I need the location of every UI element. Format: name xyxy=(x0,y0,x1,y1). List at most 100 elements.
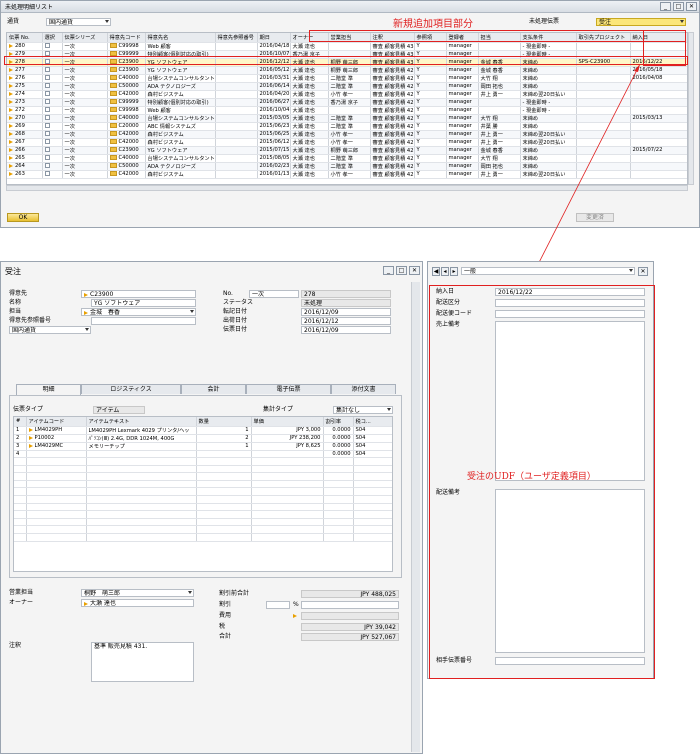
line-cell[interactable] xyxy=(86,487,197,497)
tab-contents[interactable]: 明細 xyxy=(16,384,81,395)
line-cell[interactable] xyxy=(86,525,197,535)
line-row[interactable]: 4 0.0000 S04 xyxy=(14,450,392,459)
lines-column-header[interactable]: 税コ... xyxy=(353,417,392,427)
lines-column-header[interactable]: 単価 xyxy=(251,417,324,427)
line-cell[interactable] xyxy=(251,487,324,497)
line-cell[interactable] xyxy=(14,503,27,512)
line-cell[interactable] xyxy=(251,480,324,489)
line-cell[interactable] xyxy=(14,472,27,481)
line-cell[interactable] xyxy=(14,465,27,474)
line-cell[interactable] xyxy=(196,503,252,512)
line-cell[interactable] xyxy=(196,487,252,497)
line-row[interactable]: 3 LM4029MC メモリーチップ 1 JPY 8,625 0.0000 S04 xyxy=(14,442,392,451)
line-cell[interactable] xyxy=(14,533,27,542)
line-cell[interactable] xyxy=(353,472,392,481)
line-cell[interactable] xyxy=(86,480,197,489)
line-cell[interactable]: LM4029PH xyxy=(26,426,87,435)
line-cell[interactable] xyxy=(323,510,354,519)
line-cell[interactable] xyxy=(86,510,197,519)
udf-delivery-date-field[interactable]: 2016/12/22 xyxy=(495,288,645,296)
line-cell[interactable] xyxy=(86,472,197,481)
line-cell[interactable] xyxy=(251,510,324,519)
line-cell[interactable] xyxy=(196,525,252,535)
line-cell[interactable] xyxy=(14,495,27,504)
line-cell[interactable] xyxy=(86,518,197,527)
line-cell[interactable] xyxy=(323,525,354,535)
nav-first-icon[interactable]: ◀ xyxy=(432,267,440,276)
line-cell[interactable] xyxy=(323,487,354,497)
line-cell[interactable]: 4 xyxy=(14,450,27,459)
line-cell[interactable] xyxy=(251,533,324,542)
tab-accounting[interactable]: 会計 xyxy=(181,384,246,394)
line-cell[interactable] xyxy=(196,518,252,527)
line-cell[interactable]: 2 xyxy=(14,434,27,443)
line-cell[interactable]: 1 xyxy=(14,426,27,435)
lines-column-header[interactable]: アイテムテキスト xyxy=(86,417,197,427)
line-cell[interactable]: 1 xyxy=(196,426,252,435)
udf-shipping-code-field[interactable] xyxy=(495,310,645,318)
line-cell[interactable]: 0.0000 xyxy=(323,434,354,443)
line-cell[interactable] xyxy=(251,465,324,474)
nav-prev-icon[interactable]: ◂ xyxy=(441,267,449,276)
line-cell[interactable]: 0.0000 xyxy=(323,450,354,459)
line-row[interactable] xyxy=(14,525,392,535)
line-cell[interactable] xyxy=(323,495,354,504)
line-cell[interactable] xyxy=(323,518,354,527)
line-cell[interactable]: JPY 8,625 xyxy=(251,442,324,451)
line-cell[interactable] xyxy=(26,450,87,459)
order-minimize-button[interactable]: _ xyxy=(383,266,394,275)
udf-category-select[interactable]: 一般 xyxy=(461,267,635,275)
line-cell[interactable]: 0.0000 xyxy=(323,426,354,435)
line-cell[interactable] xyxy=(26,533,87,542)
line-cell[interactable] xyxy=(323,465,354,474)
line-cell[interactable] xyxy=(196,465,252,474)
remarks-field[interactable]: 基準 販売見積 431. xyxy=(91,642,194,682)
line-cell[interactable] xyxy=(86,503,197,512)
line-cell[interactable] xyxy=(26,503,87,512)
line-row[interactable] xyxy=(14,495,392,504)
line-cell[interactable] xyxy=(353,487,392,497)
line-row[interactable]: 1 LM4029PH LM4029PH Lexmark 4029 プリンタ/ヘッ 1 J… xyxy=(14,426,392,435)
posting-date-field[interactable]: 2016/12/09 xyxy=(301,308,391,316)
line-cell[interactable] xyxy=(353,533,392,542)
sales-employee-select[interactable]: 桐野 萌三郎 xyxy=(81,589,194,597)
line-cell[interactable] xyxy=(323,503,354,512)
line-cell[interactable] xyxy=(196,533,252,542)
line-cell[interactable]: 0.0000 xyxy=(323,442,354,451)
line-cell[interactable] xyxy=(86,457,197,466)
line-cell[interactable] xyxy=(14,457,27,466)
line-cell[interactable] xyxy=(353,503,392,512)
tab-attachments[interactable]: 添付文書 xyxy=(331,384,396,394)
line-cell[interactable] xyxy=(26,457,87,466)
line-cell[interactable] xyxy=(251,503,324,512)
line-cell[interactable] xyxy=(196,472,252,481)
line-row[interactable] xyxy=(14,518,392,527)
document-date-field[interactable]: 2016/12/09 xyxy=(301,326,391,334)
line-cell[interactable] xyxy=(353,525,392,535)
line-cell[interactable] xyxy=(14,510,27,519)
line-cell[interactable] xyxy=(353,510,392,519)
udf-delivery-type-field[interactable] xyxy=(495,299,645,307)
line-cell[interactable] xyxy=(251,525,324,535)
line-cell[interactable] xyxy=(323,533,354,542)
line-cell[interactable] xyxy=(14,487,27,497)
line-cell[interactable]: LM4029PH Lexmark 4029 プリンタ/ヘッ xyxy=(86,426,197,435)
link-arrow-icon[interactable] xyxy=(28,427,33,432)
line-cell[interactable] xyxy=(353,495,392,504)
line-row[interactable] xyxy=(14,472,392,481)
line-cell[interactable]: 2 xyxy=(196,434,252,443)
lines-column-header[interactable]: # xyxy=(14,417,27,427)
delivery-date-field[interactable]: 2016/12/12 xyxy=(301,317,391,325)
link-arrow-icon[interactable] xyxy=(28,435,33,440)
line-cell[interactable] xyxy=(26,487,87,497)
udf-delivery-memo-field[interactable] xyxy=(495,489,645,653)
line-cell[interactable] xyxy=(251,450,324,459)
contact-select[interactable]: 金城 春香 xyxy=(81,308,196,316)
line-cell[interactable] xyxy=(251,518,324,527)
udf-partner-doc-field[interactable] xyxy=(495,657,645,665)
line-row[interactable] xyxy=(14,510,392,519)
line-cell[interactable] xyxy=(196,457,252,466)
line-cell[interactable] xyxy=(196,495,252,504)
summary-type-select[interactable]: 集計なし xyxy=(333,406,393,414)
currency-select[interactable]: 国内通貨 xyxy=(9,326,91,334)
